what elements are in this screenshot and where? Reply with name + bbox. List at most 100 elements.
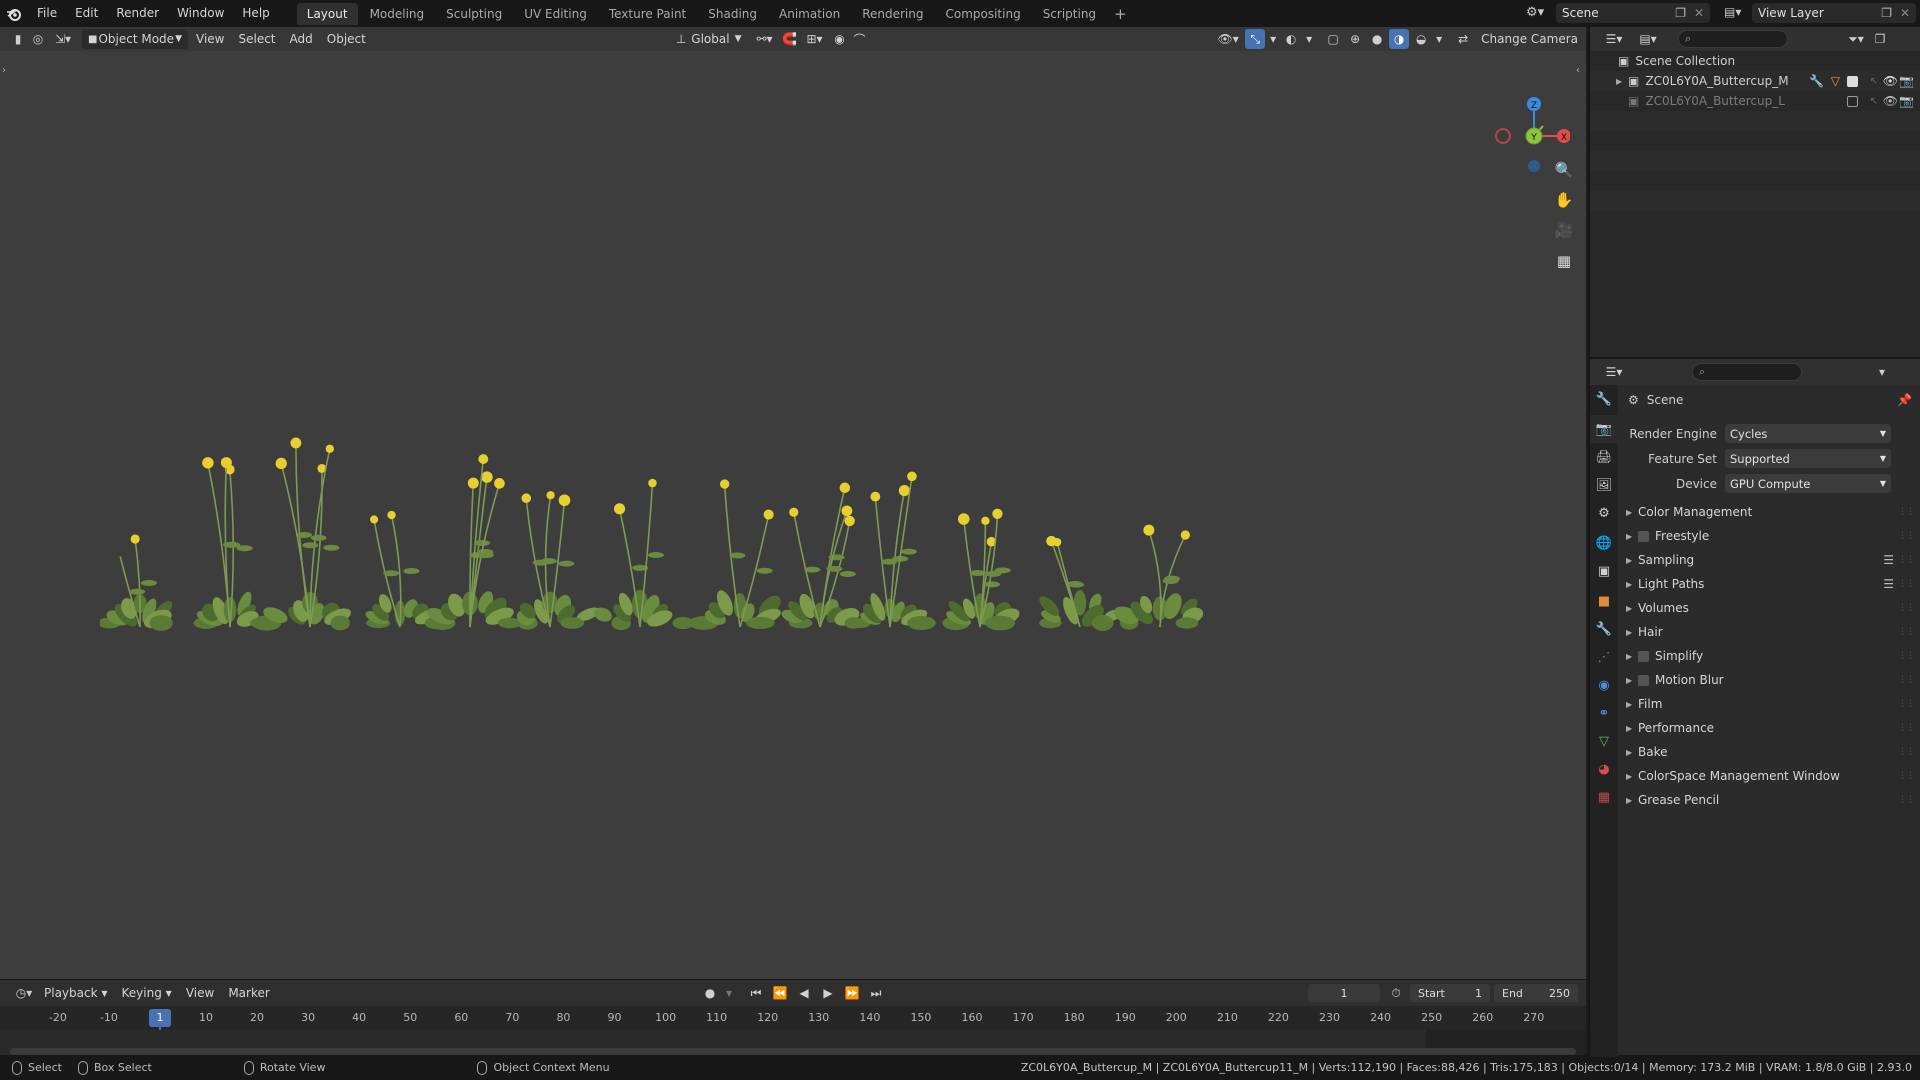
navigation-gizmo[interactable]: Z X Y xyxy=(1490,62,1570,172)
object-mode-dropdown[interactable]: ■ Object Mode ▼ xyxy=(82,29,188,49)
buttercup-plant[interactable] xyxy=(844,471,936,631)
new-scene-icon[interactable]: ❐ xyxy=(1675,6,1686,20)
tab-world-icon[interactable]: 🌐 xyxy=(1590,529,1618,557)
delete-scene-icon[interactable]: ✕ xyxy=(1694,6,1704,20)
drag-handle-icon[interactable]: ⋮⋮ xyxy=(1898,651,1915,661)
panel-simplify[interactable]: ▶ Simplify ⋮⋮ xyxy=(1618,644,1920,668)
current-frame-field[interactable]: 1 xyxy=(1308,984,1380,1002)
panel-film[interactable]: ▶ Film ⋮⋮ xyxy=(1618,692,1920,716)
snap-target-icon[interactable]: ⊞▾ xyxy=(800,29,830,49)
3d-viewport[interactable]: ▮ ◎ ⇲▾ ■ Object Mode ▼ View Select Add O… xyxy=(0,27,1586,979)
wireframe-shading-icon[interactable]: ⊕ xyxy=(1345,29,1365,49)
properties-search-input[interactable]: ⌕ xyxy=(1692,363,1802,381)
display-mode-icon[interactable]: ▤▾ xyxy=(1634,29,1662,49)
panel-performance[interactable]: ▶ Performance ⋮⋮ xyxy=(1618,716,1920,740)
render-camera-icon[interactable]: 📷 xyxy=(1899,94,1914,108)
buttercup-plant[interactable] xyxy=(1111,524,1205,630)
material-preview-shading-icon[interactable]: ◑ xyxy=(1389,29,1410,49)
menu-window[interactable]: Window xyxy=(168,0,233,27)
menu-select[interactable]: Select xyxy=(232,29,281,49)
drag-handle-icon[interactable]: ⋮⋮ xyxy=(1898,507,1915,517)
drag-handle-icon[interactable]: ⋮⋮ xyxy=(1898,675,1915,685)
panel-volumes[interactable]: ▶ Volumes ⋮⋮ xyxy=(1618,596,1920,620)
rendered-shading-icon[interactable]: ◒ xyxy=(1411,29,1431,49)
transform-orientation-dropdown[interactable]: ⊥ Global ▼ xyxy=(670,29,748,49)
camera-swap-icon[interactable]: ⇄ xyxy=(1453,29,1473,49)
selectable-icon[interactable]: ↖ xyxy=(1870,96,1878,107)
gizmo-toggle-icon[interactable]: ⤡ xyxy=(1245,29,1266,49)
tab-uv-editing[interactable]: UV Editing xyxy=(514,3,597,25)
panel-sampling[interactable]: ▶ Sampling ☰ ⋮⋮ xyxy=(1618,548,1920,572)
preview-range-icon[interactable]: ⏱ xyxy=(1386,983,1406,1003)
tab-constraints-icon[interactable]: ⚭ xyxy=(1590,699,1618,727)
playhead-frame-indicator[interactable]: 1 xyxy=(149,1009,171,1027)
panel-checkbox[interactable] xyxy=(1638,674,1649,686)
tab-shading[interactable]: Shading xyxy=(698,3,767,25)
buttercup-plant[interactable] xyxy=(100,534,175,631)
menu-timeline-view[interactable]: View xyxy=(180,983,220,1003)
presets-list-icon[interactable]: ☰ xyxy=(1883,577,1894,591)
jump-keyframe-forward-icon[interactable]: ⏩ xyxy=(842,983,862,1003)
panel-grease-pencil[interactable]: ▶ Grease Pencil ⋮⋮ xyxy=(1618,788,1920,812)
drag-handle-icon[interactable]: ⋮⋮ xyxy=(1898,771,1915,781)
properties-editor-type-icon[interactable]: ☰▾ xyxy=(1600,362,1628,382)
zoom-icon[interactable]: 🔍 xyxy=(1551,157,1577,183)
panel-hair[interactable]: ▶ Hair ⋮⋮ xyxy=(1618,620,1920,644)
proportional-edit-icon[interactable]: ◉ xyxy=(830,29,850,49)
jump-end-icon[interactable]: ⏭ xyxy=(866,983,886,1003)
visibility-eye-icon[interactable]: 👁 xyxy=(1883,94,1898,108)
menu-keying[interactable]: Keying ▼ xyxy=(116,983,178,1003)
buttercup-plant[interactable] xyxy=(1036,535,1122,631)
select-mode-icon[interactable]: ⇲▾ xyxy=(48,29,78,49)
tab-data-icon[interactable]: ▽ xyxy=(1590,727,1618,755)
solid-shading-icon[interactable]: ● xyxy=(1367,29,1387,49)
panel-motion-blur[interactable]: ▶ Motion Blur ⋮⋮ xyxy=(1618,668,1920,692)
outliner-item-buttercup-l[interactable]: ▣ ZC0L6Y0A_Buttercup_L ↖ 👁 📷 xyxy=(1590,91,1920,111)
buttercup-plant[interactable] xyxy=(688,479,785,630)
expand-arrow-icon[interactable]: ▶ xyxy=(1616,77,1628,86)
menu-edit[interactable]: Edit xyxy=(66,0,107,27)
change-camera-button[interactable]: Change Camera xyxy=(1475,29,1584,49)
overlay-toggle-icon[interactable]: ◐ xyxy=(1281,29,1301,49)
menu-render[interactable]: Render xyxy=(107,0,168,27)
drag-handle-icon[interactable]: ⋮⋮ xyxy=(1898,531,1915,541)
pan-hand-icon[interactable]: ✋ xyxy=(1551,187,1577,213)
filter-icon[interactable]: ⏷▾ xyxy=(1842,29,1870,49)
tab-physics-icon[interactable]: ◉ xyxy=(1590,671,1618,699)
auto-keying-options-icon[interactable]: ▾ xyxy=(724,983,734,1003)
exclude-checkbox[interactable] xyxy=(1847,95,1858,107)
timeline-editor-type-icon[interactable]: ◷▾ xyxy=(10,983,38,1003)
panel-checkbox[interactable] xyxy=(1638,530,1649,542)
menu-add[interactable]: Add xyxy=(284,29,319,49)
tab-view-layer-icon[interactable]: 🖼 xyxy=(1590,471,1618,499)
tab-material-icon[interactable]: ◕ xyxy=(1590,755,1618,783)
delete-view-layer-icon[interactable]: ✕ xyxy=(1900,6,1910,20)
outliner-search-input[interactable]: ⌕ xyxy=(1678,30,1788,48)
buttercup-plant[interactable] xyxy=(942,508,1021,631)
buttercup-plants-scene[interactable] xyxy=(100,387,1490,647)
drag-handle-icon[interactable]: ⋮⋮ xyxy=(1898,747,1915,757)
render-camera-icon[interactable]: 📷 xyxy=(1899,74,1914,88)
drag-handle-icon[interactable]: ⋮⋮ xyxy=(1898,579,1915,589)
editor-type-icon[interactable]: ◎ xyxy=(28,29,48,49)
buttercup-plant[interactable] xyxy=(252,437,353,631)
shading-options-icon[interactable]: ▾ xyxy=(1433,29,1445,49)
tab-render-icon[interactable]: 📷 xyxy=(1590,415,1618,443)
tab-texture-paint[interactable]: Texture Paint xyxy=(599,3,696,25)
feature-set-dropdown[interactable]: Supported ▼ xyxy=(1725,449,1891,468)
visibility-selector-icon[interactable]: 👁▾ xyxy=(1213,29,1243,49)
new-view-layer-icon[interactable]: ❐ xyxy=(1881,6,1892,20)
tab-particles-icon[interactable]: ⋰ xyxy=(1590,643,1618,671)
scene-collection-row[interactable]: ▣ Scene Collection xyxy=(1590,51,1920,71)
panel-freestyle[interactable]: ▶ Freestyle ⋮⋮ xyxy=(1618,524,1920,548)
drag-handle-icon[interactable]: ⋮⋮ xyxy=(1898,795,1915,805)
tab-scripting[interactable]: Scripting xyxy=(1033,3,1106,25)
panel-light-paths[interactable]: ▶ Light Paths ☰ ⋮⋮ xyxy=(1618,572,1920,596)
outliner-item-buttercup-m[interactable]: ▶ ▣ ZC0L6Y0A_Buttercup_M 🔧 ▽ ↖ 👁 📷 xyxy=(1590,71,1920,91)
drag-handle-icon[interactable]: ⋮⋮ xyxy=(1898,603,1915,613)
pin-icon[interactable]: 📌 xyxy=(1897,393,1912,407)
sidebar-expand-icon[interactable]: ‹ xyxy=(1576,65,1580,76)
menu-help[interactable]: Help xyxy=(233,0,278,27)
buttercup-plant[interactable] xyxy=(592,478,694,631)
play-reverse-icon[interactable]: ◀ xyxy=(794,983,814,1003)
